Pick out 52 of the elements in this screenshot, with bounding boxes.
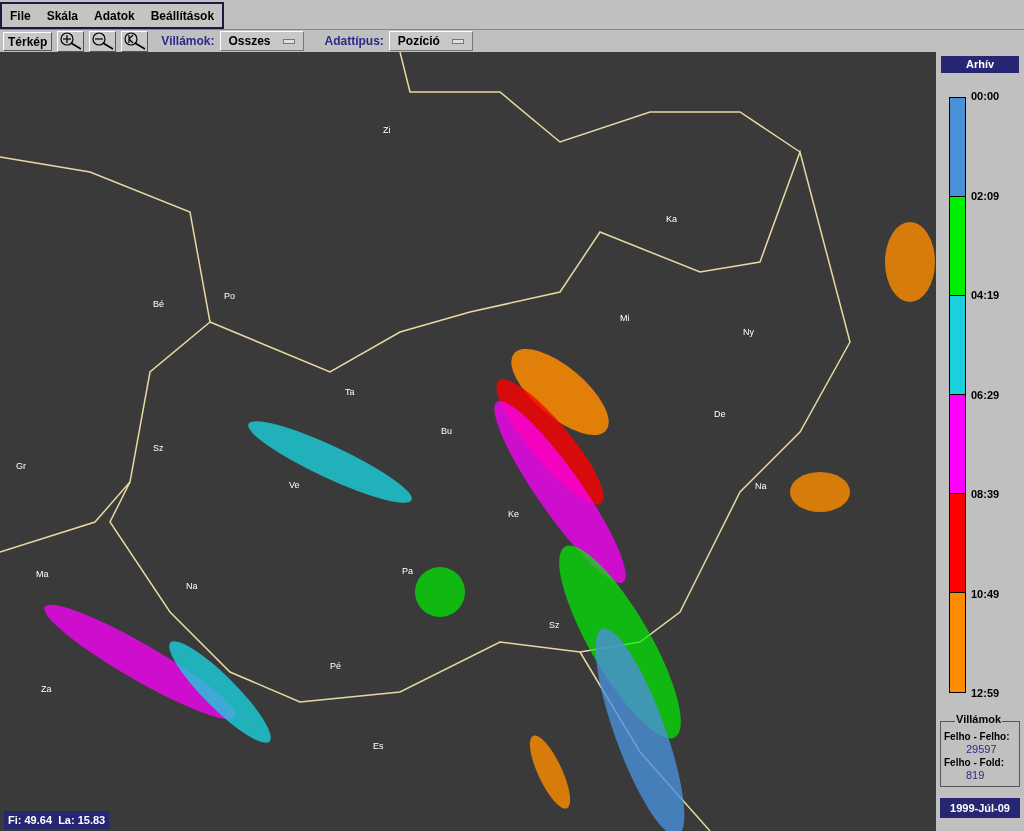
place-label: Ta xyxy=(345,388,355,397)
data-type-dropdown[interactable]: Pozíció xyxy=(388,31,473,51)
legend-time-label: 08:39 xyxy=(971,489,1000,500)
place-label: Es xyxy=(373,742,384,751)
zoom-in-icon xyxy=(58,31,83,51)
place-label: Za xyxy=(41,685,52,694)
legend-time-label: 06:29 xyxy=(971,389,1000,401)
place-label: Gr xyxy=(16,462,26,471)
count-value: 819 xyxy=(965,769,986,782)
panel-title: Villámok xyxy=(955,714,1003,725)
legend-time-label: 10:49 xyxy=(971,588,1000,600)
menu-item[interactable]: Beállítások xyxy=(150,6,215,25)
zoom-out-button[interactable] xyxy=(89,30,117,52)
dropdown-indicator-icon xyxy=(282,38,295,44)
place-label: Zi xyxy=(383,126,391,135)
place-label: Ka xyxy=(666,215,677,224)
map-button[interactable]: Térkép xyxy=(3,31,53,51)
place-label: Na xyxy=(755,482,767,491)
archive-title: Arhív xyxy=(941,56,1019,73)
lightning-label: Villámok: xyxy=(161,33,215,50)
legend-time-label: 04:19 xyxy=(971,290,1000,301)
place-label: Ny xyxy=(743,328,754,337)
place-label: Mi xyxy=(620,314,630,323)
dropdown-indicator-icon xyxy=(451,38,464,44)
menu-item[interactable]: Adatok xyxy=(94,6,135,25)
zoom-reset-icon xyxy=(122,31,147,51)
zoom-out-icon xyxy=(90,31,115,51)
place-label: Sz xyxy=(549,621,560,630)
place-label: Ma xyxy=(36,570,49,579)
place-label: Po xyxy=(224,292,235,301)
zoom-in-button[interactable] xyxy=(57,30,85,52)
legend-time-label: 02:09 xyxy=(971,190,1000,202)
data-type-label: Adattípus: xyxy=(324,33,384,50)
zoom-reset-button[interactable] xyxy=(121,30,149,52)
place-label: Ve xyxy=(289,481,300,490)
menu-item[interactable]: Skála xyxy=(46,6,79,25)
place-label: Pa xyxy=(402,567,413,576)
legend-time-label: 12:59 xyxy=(971,688,1000,699)
place-label: Ke xyxy=(508,510,519,519)
legend-time-label: 00:00 xyxy=(971,91,1000,102)
place-label: Bé xyxy=(153,300,164,309)
count-label: Felho - Fold: xyxy=(944,756,1005,769)
lightning-dropdown[interactable]: Osszes xyxy=(219,31,304,51)
place-label: Pé xyxy=(330,662,341,671)
place-label: Bu xyxy=(441,427,452,436)
count-label: Felho - Felho: xyxy=(944,730,1011,743)
menu-item[interactable]: File xyxy=(10,6,31,25)
count-value: 29597 xyxy=(965,743,998,756)
place-label: Sz xyxy=(153,444,164,453)
place-label: Na xyxy=(186,582,198,591)
place-label: De xyxy=(714,410,726,419)
date-display: 1999-Júl-09 xyxy=(940,798,1020,818)
